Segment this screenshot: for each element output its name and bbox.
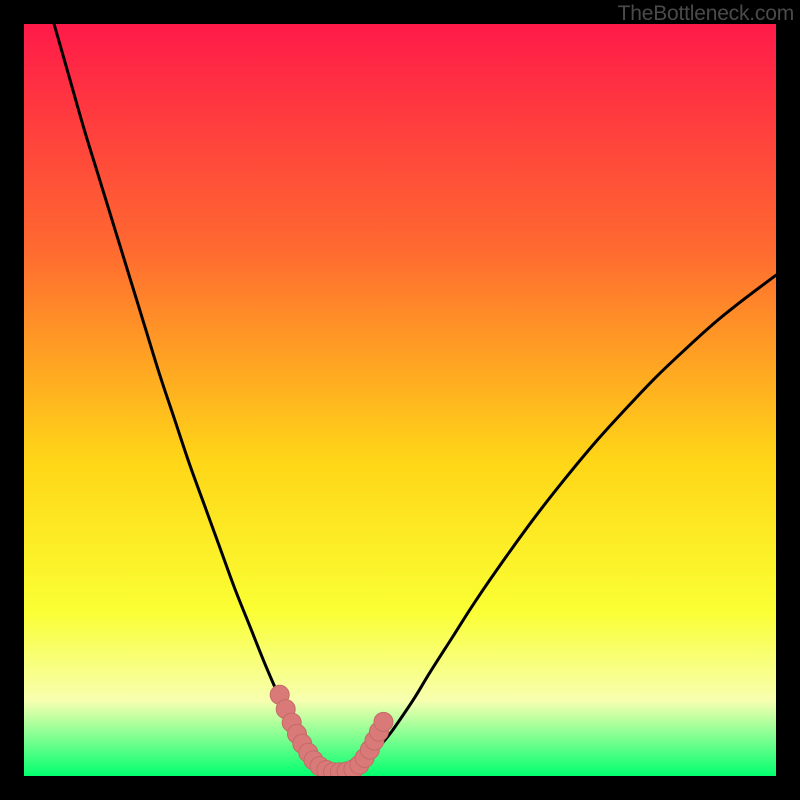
gradient-bg bbox=[24, 24, 776, 776]
watermark-text: TheBottleneck.com bbox=[618, 2, 794, 26]
outer-frame: TheBottleneck.com bbox=[0, 0, 800, 800]
chart-svg bbox=[24, 24, 776, 776]
plot-area bbox=[24, 24, 776, 776]
marker-dot bbox=[374, 712, 393, 731]
